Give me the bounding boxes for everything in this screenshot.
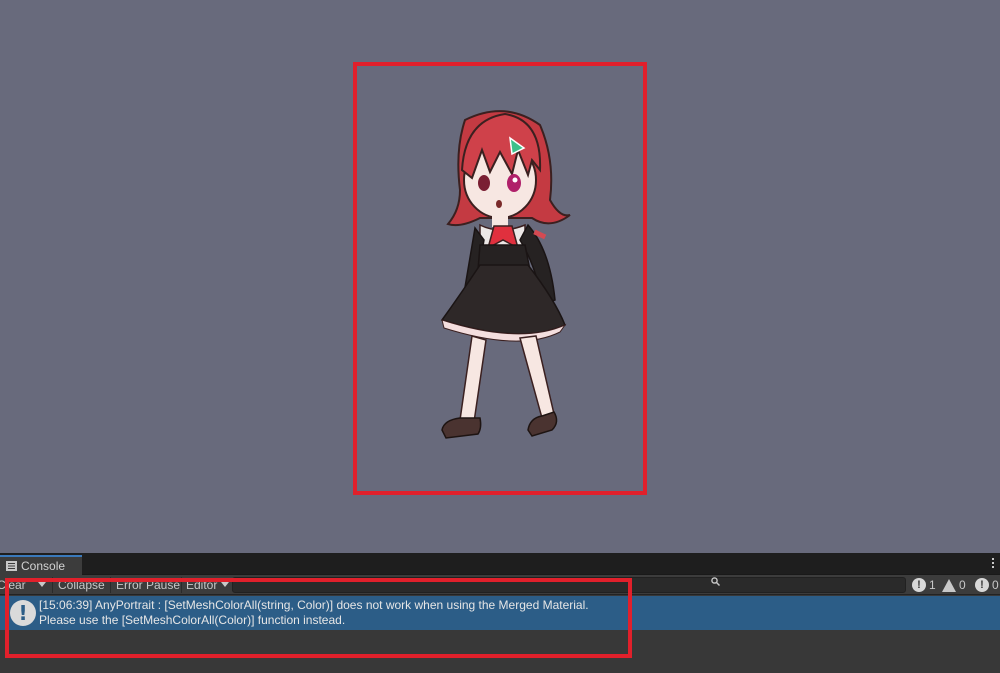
warning-count-toggle[interactable]: 0 bbox=[942, 576, 966, 594]
highlight-box-console bbox=[5, 578, 632, 658]
warning-count: 0 bbox=[959, 578, 966, 592]
search-icon bbox=[711, 577, 720, 586]
warning-icon bbox=[942, 578, 956, 592]
highlight-box-character bbox=[353, 62, 647, 495]
panel-menu-icon[interactable] bbox=[990, 556, 996, 572]
tab-console[interactable]: Console bbox=[0, 555, 82, 575]
error-count-toggle[interactable]: ! 0 bbox=[975, 576, 999, 594]
log-count-toggle[interactable]: ! 1 bbox=[912, 576, 936, 594]
error-icon: ! bbox=[975, 578, 989, 592]
error-count: 0 bbox=[992, 578, 999, 592]
info-icon: ! bbox=[912, 578, 926, 592]
console-list-icon bbox=[6, 561, 17, 571]
log-count: 1 bbox=[929, 578, 936, 592]
tab-console-label: Console bbox=[21, 559, 66, 573]
console-tab-bar: Console bbox=[0, 553, 1000, 575]
